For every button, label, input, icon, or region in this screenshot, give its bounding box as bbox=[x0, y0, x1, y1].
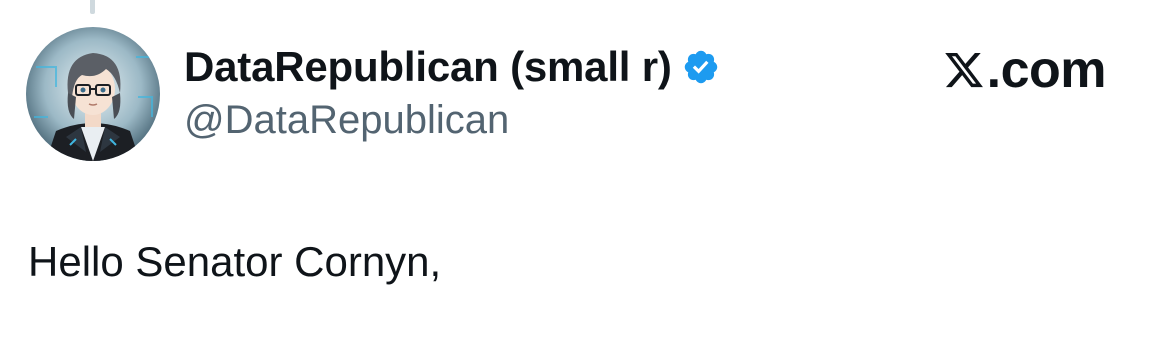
display-name-row: DataRepublican (small r) bbox=[184, 40, 720, 94]
author-info: DataRepublican (small r) @DataRepublican bbox=[184, 40, 720, 143]
tweet-text: Hello Senator Cornyn, bbox=[28, 238, 442, 285]
brand-domain-text: .com bbox=[986, 41, 1107, 99]
user-handle[interactable]: @DataRepublican bbox=[184, 98, 720, 143]
avatar[interactable] bbox=[26, 27, 160, 161]
thread-connector-line bbox=[90, 0, 95, 14]
display-name[interactable]: DataRepublican (small r) bbox=[184, 43, 672, 91]
x-logo-icon bbox=[944, 52, 983, 88]
verified-badge-icon[interactable] bbox=[682, 48, 720, 86]
avatar-anime-portrait-icon bbox=[26, 27, 160, 161]
x-brand[interactable]: .com bbox=[943, 38, 1107, 102]
